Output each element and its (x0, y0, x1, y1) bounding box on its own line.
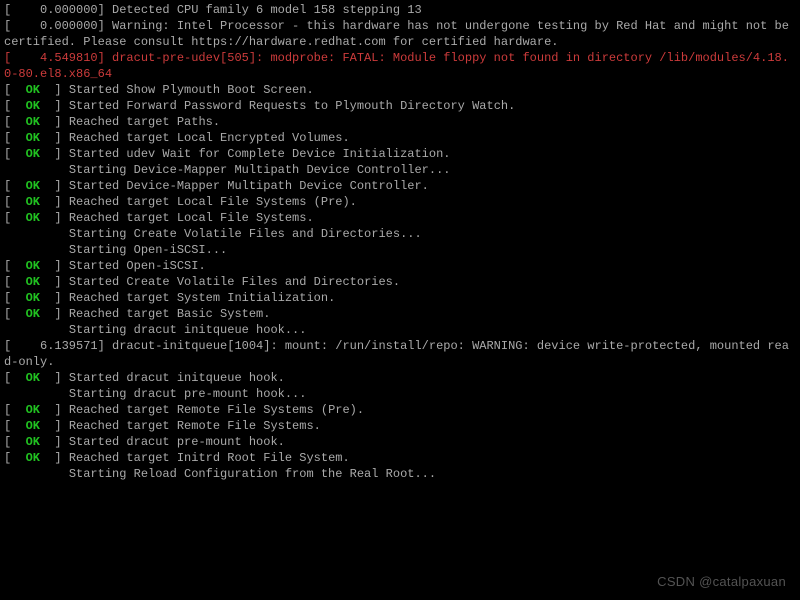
console-line: [ OK ] Reached target Paths. (4, 114, 796, 130)
console-line: [ OK ] Reached target Remote File System… (4, 418, 796, 434)
status-ok: OK (26, 195, 40, 209)
console-line: [ OK ] Reached target Local File Systems… (4, 210, 796, 226)
console-line: [ OK ] Reached target Local Encrypted Vo… (4, 130, 796, 146)
status-ok: OK (26, 99, 40, 113)
console-line: [ OK ] Reached target Remote File System… (4, 402, 796, 418)
console-line: [ OK ] Started Open-iSCSI. (4, 258, 796, 274)
status-ok: OK (26, 371, 40, 385)
console-line: [ OK ] Started dracut initqueue hook. (4, 370, 796, 386)
console-line: [ OK ] Reached target Initrd Root File S… (4, 450, 796, 466)
console-line: Starting Reload Configuration from the R… (4, 466, 796, 482)
console-line: Starting Create Volatile Files and Direc… (4, 226, 796, 242)
status-ok: OK (26, 419, 40, 433)
console-line: [ OK ] Started udev Wait for Complete De… (4, 146, 796, 162)
status-ok: OK (26, 275, 40, 289)
console-line: Starting Device-Mapper Multipath Device … (4, 162, 796, 178)
console-line: [ OK ] Reached target Basic System. (4, 306, 796, 322)
status-ok: OK (26, 211, 40, 225)
status-ok: OK (26, 83, 40, 97)
console-line: [ OK ] Started Show Plymouth Boot Screen… (4, 82, 796, 98)
status-ok: OK (26, 403, 40, 417)
status-ok: OK (26, 131, 40, 145)
console-line: [ OK ] Started Device-Mapper Multipath D… (4, 178, 796, 194)
console-line: [ 0.000000] Warning: Intel Processor - t… (4, 18, 796, 50)
status-ok: OK (26, 291, 40, 305)
status-ok: OK (26, 451, 40, 465)
console-line: [ OK ] Started Forward Password Requests… (4, 98, 796, 114)
console-line: [ OK ] Started Create Volatile Files and… (4, 274, 796, 290)
console-line: [ 4.549810] dracut-pre-udev[505]: modpro… (4, 50, 796, 82)
boot-console: [ 0.000000] Detected CPU family 6 model … (0, 0, 800, 484)
console-line: Starting dracut pre-mount hook... (4, 386, 796, 402)
status-ok: OK (26, 435, 40, 449)
status-ok: OK (26, 307, 40, 321)
console-line: [ OK ] Reached target System Initializat… (4, 290, 796, 306)
error-line: [ 4.549810] dracut-pre-udev[505]: modpro… (4, 51, 789, 81)
status-ok: OK (26, 259, 40, 273)
status-ok: OK (26, 115, 40, 129)
console-line: [ OK ] Started dracut pre-mount hook. (4, 434, 796, 450)
console-line: [ 6.139571] dracut-initqueue[1004]: moun… (4, 338, 796, 370)
console-line: Starting dracut initqueue hook... (4, 322, 796, 338)
console-line: [ OK ] Reached target Local File Systems… (4, 194, 796, 210)
status-ok: OK (26, 179, 40, 193)
console-line: Starting Open-iSCSI... (4, 242, 796, 258)
console-line: [ 0.000000] Detected CPU family 6 model … (4, 2, 796, 18)
watermark: CSDN @catalpaxuan (657, 574, 786, 590)
status-ok: OK (26, 147, 40, 161)
